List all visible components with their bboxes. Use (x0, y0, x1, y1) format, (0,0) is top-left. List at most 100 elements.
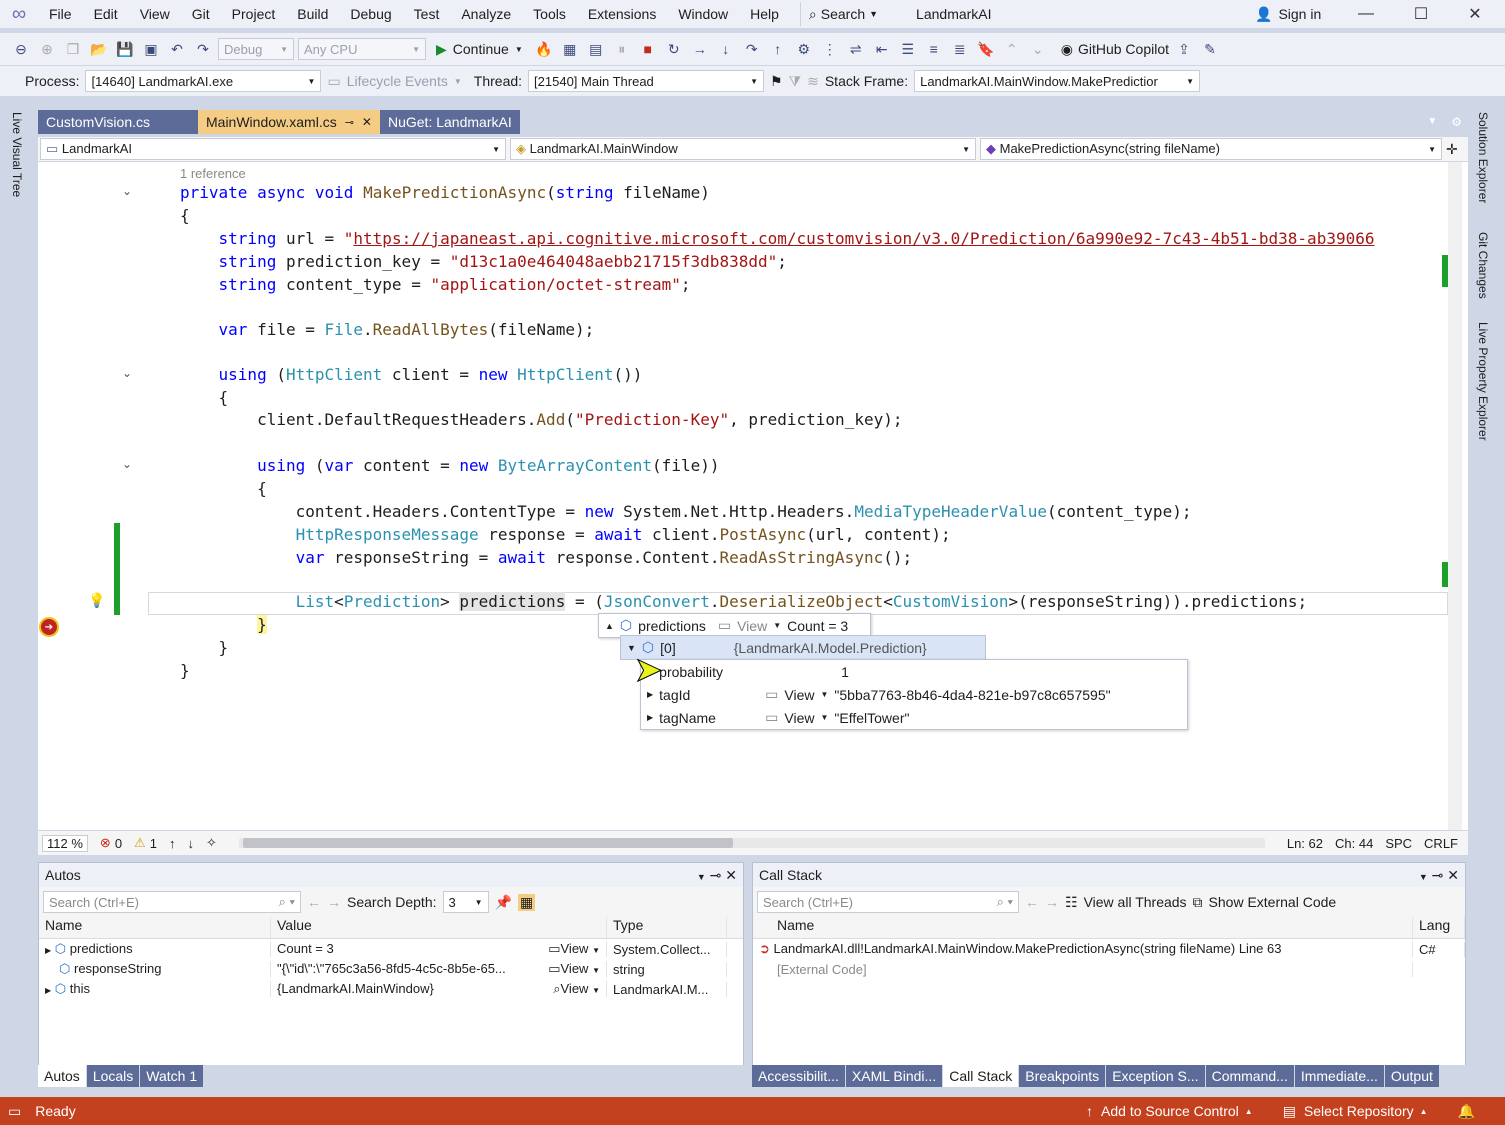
column-header-type[interactable]: Type (607, 917, 727, 938)
tab-call-stack[interactable]: Call Stack (943, 1065, 1019, 1087)
save-all-icon[interactable]: ▣ (140, 38, 162, 60)
tab-exception-settings[interactable]: Exception S... (1106, 1065, 1205, 1087)
member-select[interactable]: ◆ MakePredictionAsync(string fileName) ▼ (980, 138, 1442, 160)
tab-overflow-icon[interactable]: ▼ (1419, 110, 1445, 134)
layout-icon[interactable]: ▤ (585, 38, 607, 60)
minimize-button[interactable]: — (1346, 0, 1386, 28)
close-icon[interactable]: ✕ (725, 867, 737, 883)
column-header-name[interactable]: Name (39, 917, 271, 938)
forward-arrow-icon[interactable]: → (327, 894, 341, 910)
menu-edit[interactable]: Edit (83, 0, 129, 28)
outline-icon[interactable]: ☰ (897, 38, 919, 60)
tab-xaml-binding[interactable]: XAML Bindi... (845, 1065, 943, 1087)
search-button[interactable]: ⌕ Search ▼ (799, 2, 886, 26)
expand-arrow-icon[interactable]: ▶ (45, 946, 51, 955)
chevron-up-icon[interactable]: ▲ (1245, 1107, 1253, 1116)
next-issue-icon[interactable]: ↓ (187, 836, 194, 851)
stack-frame-select[interactable]: LandmarkAI.MainWindow.MakePredictior ▼ (914, 70, 1201, 92)
bookmark-icon[interactable]: 🔖 (975, 38, 997, 60)
process-select[interactable]: [14640] LandmarkAI.exe ▼ (85, 70, 322, 92)
navigate-forward-icon[interactable]: ⊕ (36, 38, 58, 60)
tab-immediate[interactable]: Immediate... (1294, 1065, 1384, 1087)
chevron-down-icon[interactable]: ▼ (820, 713, 828, 722)
notifications-icon[interactable]: 🔔 (1458, 1103, 1475, 1120)
table-row[interactable]: ▶ ⬡ predictions Count = 3 ▭View ▼ System.… (39, 939, 743, 959)
chevron-down-icon[interactable]: ▼ (592, 946, 600, 955)
chevron-down-icon[interactable]: ▼ (592, 986, 600, 995)
close-icon[interactable]: ✕ (362, 115, 372, 129)
menu-tools[interactable]: Tools (522, 0, 577, 28)
github-copilot-button[interactable]: ◉ GitHub Copilot (1061, 41, 1169, 58)
table-row[interactable]: ⬡ responseString "{\"id\":\"765c3a56-8fd… (39, 959, 743, 979)
menu-extensions[interactable]: Extensions (577, 0, 667, 28)
menu-window[interactable]: Window (667, 0, 739, 28)
forward-arrow-icon[interactable]: → (1045, 894, 1059, 910)
menu-test[interactable]: Test (403, 0, 451, 28)
pin-icon[interactable]: ⊸ (1432, 867, 1444, 883)
datatip-row-predictions[interactable]: ▲ ⬡ predictions ▭ View ▼ Count = 3 (599, 614, 870, 637)
datatip-row-item0[interactable]: ▼ ⬡ [0] {LandmarkAI.Model.Prediction} (621, 636, 985, 659)
chevron-down-icon[interactable]: ▼ (773, 621, 781, 630)
view-button[interactable]: View (561, 961, 589, 976)
datatip-field-tagname[interactable]: ▶ tagName ▭ View ▼ "EffelTower" (641, 706, 1187, 729)
show-external-code-button[interactable]: Show External Code (1209, 894, 1337, 910)
collapse-icon[interactable]: ⌄ (122, 366, 132, 380)
browse-icon[interactable]: ▦ (559, 38, 581, 60)
indicator-margin[interactable] (38, 162, 70, 830)
live-property-explorer-tab[interactable]: Live Property Explorer (1476, 322, 1490, 441)
datatip-field-tagid[interactable]: ▶ tagId ▭ View ▼ "5bba7763-8b46-4da4-821… (641, 683, 1187, 706)
row-value[interactable]: "{\"id\":\"765c3a56-8fd5-4c5c-8b5e-65... (277, 961, 527, 977)
table-row[interactable]: [External Code] (753, 959, 1465, 979)
prev-bookmark-icon[interactable]: ⌃ (1001, 38, 1023, 60)
save-icon[interactable]: 💾 (114, 38, 136, 60)
tab-watch-1[interactable]: Watch 1 (140, 1065, 204, 1087)
platform-select[interactable]: Any CPU ▼ (298, 38, 426, 60)
view-all-threads-button[interactable]: View all Threads (1084, 894, 1187, 910)
whitespace-indicator[interactable]: SPC (1385, 836, 1412, 851)
line-ending-indicator[interactable]: CRLF (1424, 836, 1458, 851)
column-header-name[interactable]: Name (753, 917, 1413, 938)
type-select[interactable]: ◈ LandmarkAI.MainWindow ▼ (510, 138, 976, 160)
close-icon[interactable]: ✕ (1447, 867, 1459, 883)
menu-view[interactable]: View (129, 0, 181, 28)
back-arrow-icon[interactable]: ← (307, 894, 321, 910)
next-bookmark-icon[interactable]: ⌄ (1027, 38, 1049, 60)
search-input[interactable]: Search (Ctrl+E) ⌕ ▾ (43, 891, 301, 913)
cleanup-icon[interactable]: ✧ (206, 835, 217, 851)
navigate-back-icon[interactable]: ⊖ (10, 38, 32, 60)
zoom-level[interactable]: 112 % (42, 834, 88, 852)
project-select[interactable]: ▭ LandmarkAI ▼ (40, 138, 506, 160)
view-button[interactable]: View (784, 710, 814, 726)
column-header-lang[interactable]: Lang (1413, 917, 1465, 938)
tab-autos[interactable]: Autos (38, 1065, 86, 1087)
tab-output[interactable]: Output (1384, 1065, 1439, 1087)
open-folder-icon[interactable]: 📂 (88, 38, 110, 60)
row-value[interactable]: {LandmarkAI.MainWindow} (277, 981, 434, 997)
menu-help[interactable]: Help (739, 0, 790, 28)
uncomment-icon[interactable]: ≣ (949, 38, 971, 60)
hex-display-icon[interactable]: ▦ (517, 893, 536, 911)
tab-customvision-cs[interactable]: CustomVision.cs (38, 110, 198, 134)
expand-arrow-icon[interactable]: ▶ (45, 986, 51, 995)
split-icon[interactable]: ✛ (1446, 141, 1458, 158)
restart-icon[interactable]: ↻ (663, 38, 685, 60)
step-into-icon[interactable]: ↓ (715, 38, 737, 60)
chevron-down-icon[interactable]: ▼ (592, 966, 600, 975)
step-out-icon[interactable]: ↑ (767, 38, 789, 60)
column-header-value[interactable]: Value (271, 917, 607, 938)
git-changes-tab[interactable]: Git Changes (1476, 232, 1490, 299)
chevron-down-icon[interactable]: ▼ (820, 690, 828, 699)
maximize-button[interactable]: ☐ (1401, 0, 1441, 28)
search-input[interactable]: Search (Ctrl+E) ⌕ ▾ (757, 891, 1019, 913)
flag-icon[interactable]: ⚑ (770, 73, 783, 90)
format-icon[interactable]: ⇌ (845, 38, 867, 60)
scrollbar-thumb[interactable] (242, 838, 733, 848)
menu-debug[interactable]: Debug (339, 0, 402, 28)
vertical-scrollbar[interactable] (1448, 162, 1462, 830)
view-button[interactable]: View (561, 981, 589, 996)
select-repository-button[interactable]: Select Repository (1304, 1103, 1414, 1119)
tab-command[interactable]: Command... (1205, 1065, 1294, 1087)
view-button[interactable]: View (737, 618, 767, 634)
error-count[interactable]: 0 (115, 836, 122, 851)
prev-issue-icon[interactable]: ↑ (169, 836, 176, 851)
